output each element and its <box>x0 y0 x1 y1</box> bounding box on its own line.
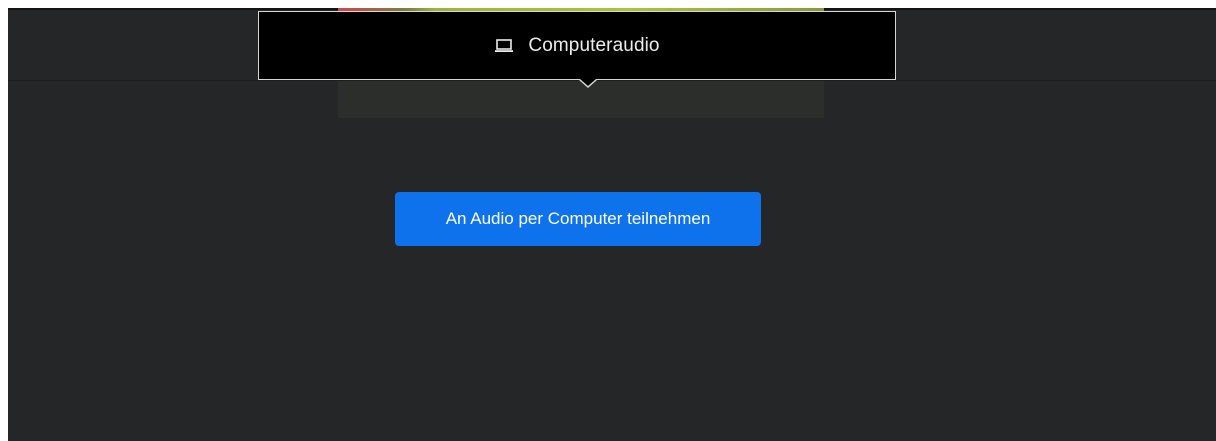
audio-source-tooltip: Computeraudio <box>258 11 896 80</box>
tooltip-label: Computeraudio <box>528 34 660 56</box>
join-computer-audio-button[interactable]: An Audio per Computer teilnehmen <box>395 192 761 246</box>
laptop-icon <box>494 38 514 54</box>
meeting-window: Computeraudio An Audio per Computer teil… <box>8 8 1216 441</box>
tooltip-arrow <box>580 79 596 86</box>
topbar-divider <box>8 80 1216 81</box>
